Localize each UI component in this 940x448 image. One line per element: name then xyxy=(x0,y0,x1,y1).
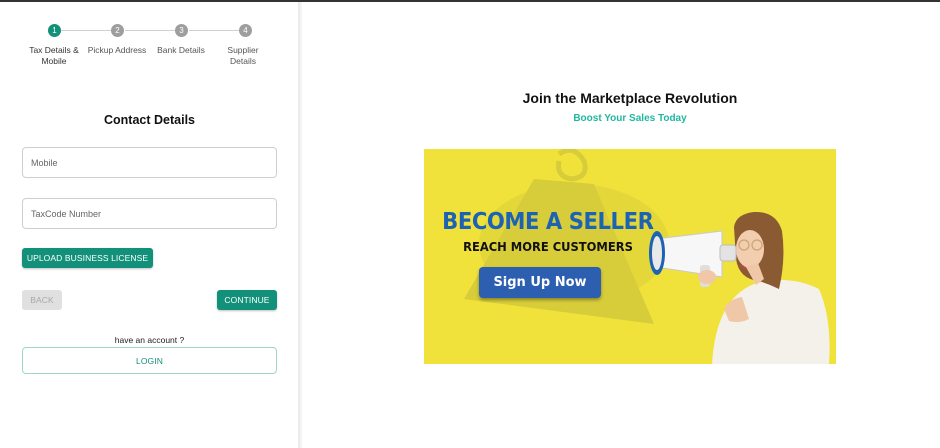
step-1-indicator: 1 xyxy=(48,24,61,37)
step-2-label: Pickup Address xyxy=(87,45,147,55)
banner-artwork xyxy=(464,149,830,364)
continue-button[interactable]: Continue xyxy=(217,290,277,310)
megaphone-icon xyxy=(649,230,737,287)
step-4-indicator: 4 xyxy=(239,24,252,37)
become-seller-banner: BECOME A SELLER REACH MORE CUSTOMERS Sig… xyxy=(424,149,836,364)
promo-subtitle: Boost Your Sales Today xyxy=(573,113,687,124)
banner-headline: BECOME A SELLER xyxy=(442,209,654,235)
person-illustration xyxy=(712,211,830,364)
form-title: Contact Details xyxy=(104,113,195,127)
step-connector xyxy=(189,30,239,31)
panel-divider xyxy=(298,2,302,448)
step-1-label: Tax Details & Mobile xyxy=(29,45,79,66)
back-button[interactable]: Back xyxy=(22,290,62,310)
step-4-label: Supplier Details xyxy=(227,45,259,66)
taxcode-input[interactable] xyxy=(23,199,276,228)
step-2-indicator: 2 xyxy=(111,24,124,37)
step-3-indicator: 3 xyxy=(175,24,188,37)
mobile-field[interactable] xyxy=(22,147,277,178)
banner-sign-up-button[interactable]: Sign Up Now xyxy=(479,267,601,298)
registration-panel: 1 2 3 4 Tax Details & Mobile Pickup Addr… xyxy=(0,2,298,448)
have-account-text: have an account ? xyxy=(114,335,185,345)
mobile-input[interactable] xyxy=(23,148,276,177)
step-connector xyxy=(61,30,111,31)
progress-stepper: 1 2 3 4 Tax Details & Mobile Pickup Addr… xyxy=(22,23,277,73)
promo-title: Join the Marketplace Revolution xyxy=(522,90,738,106)
upload-business-license-button[interactable]: Upload Business License xyxy=(22,248,153,268)
banner-subheadline: REACH MORE CUSTOMERS xyxy=(463,239,633,254)
step-connector xyxy=(125,30,176,31)
step-3-label: Bank Details xyxy=(157,45,205,55)
taxcode-field[interactable] xyxy=(22,198,277,229)
login-button[interactable]: Login xyxy=(22,347,277,374)
